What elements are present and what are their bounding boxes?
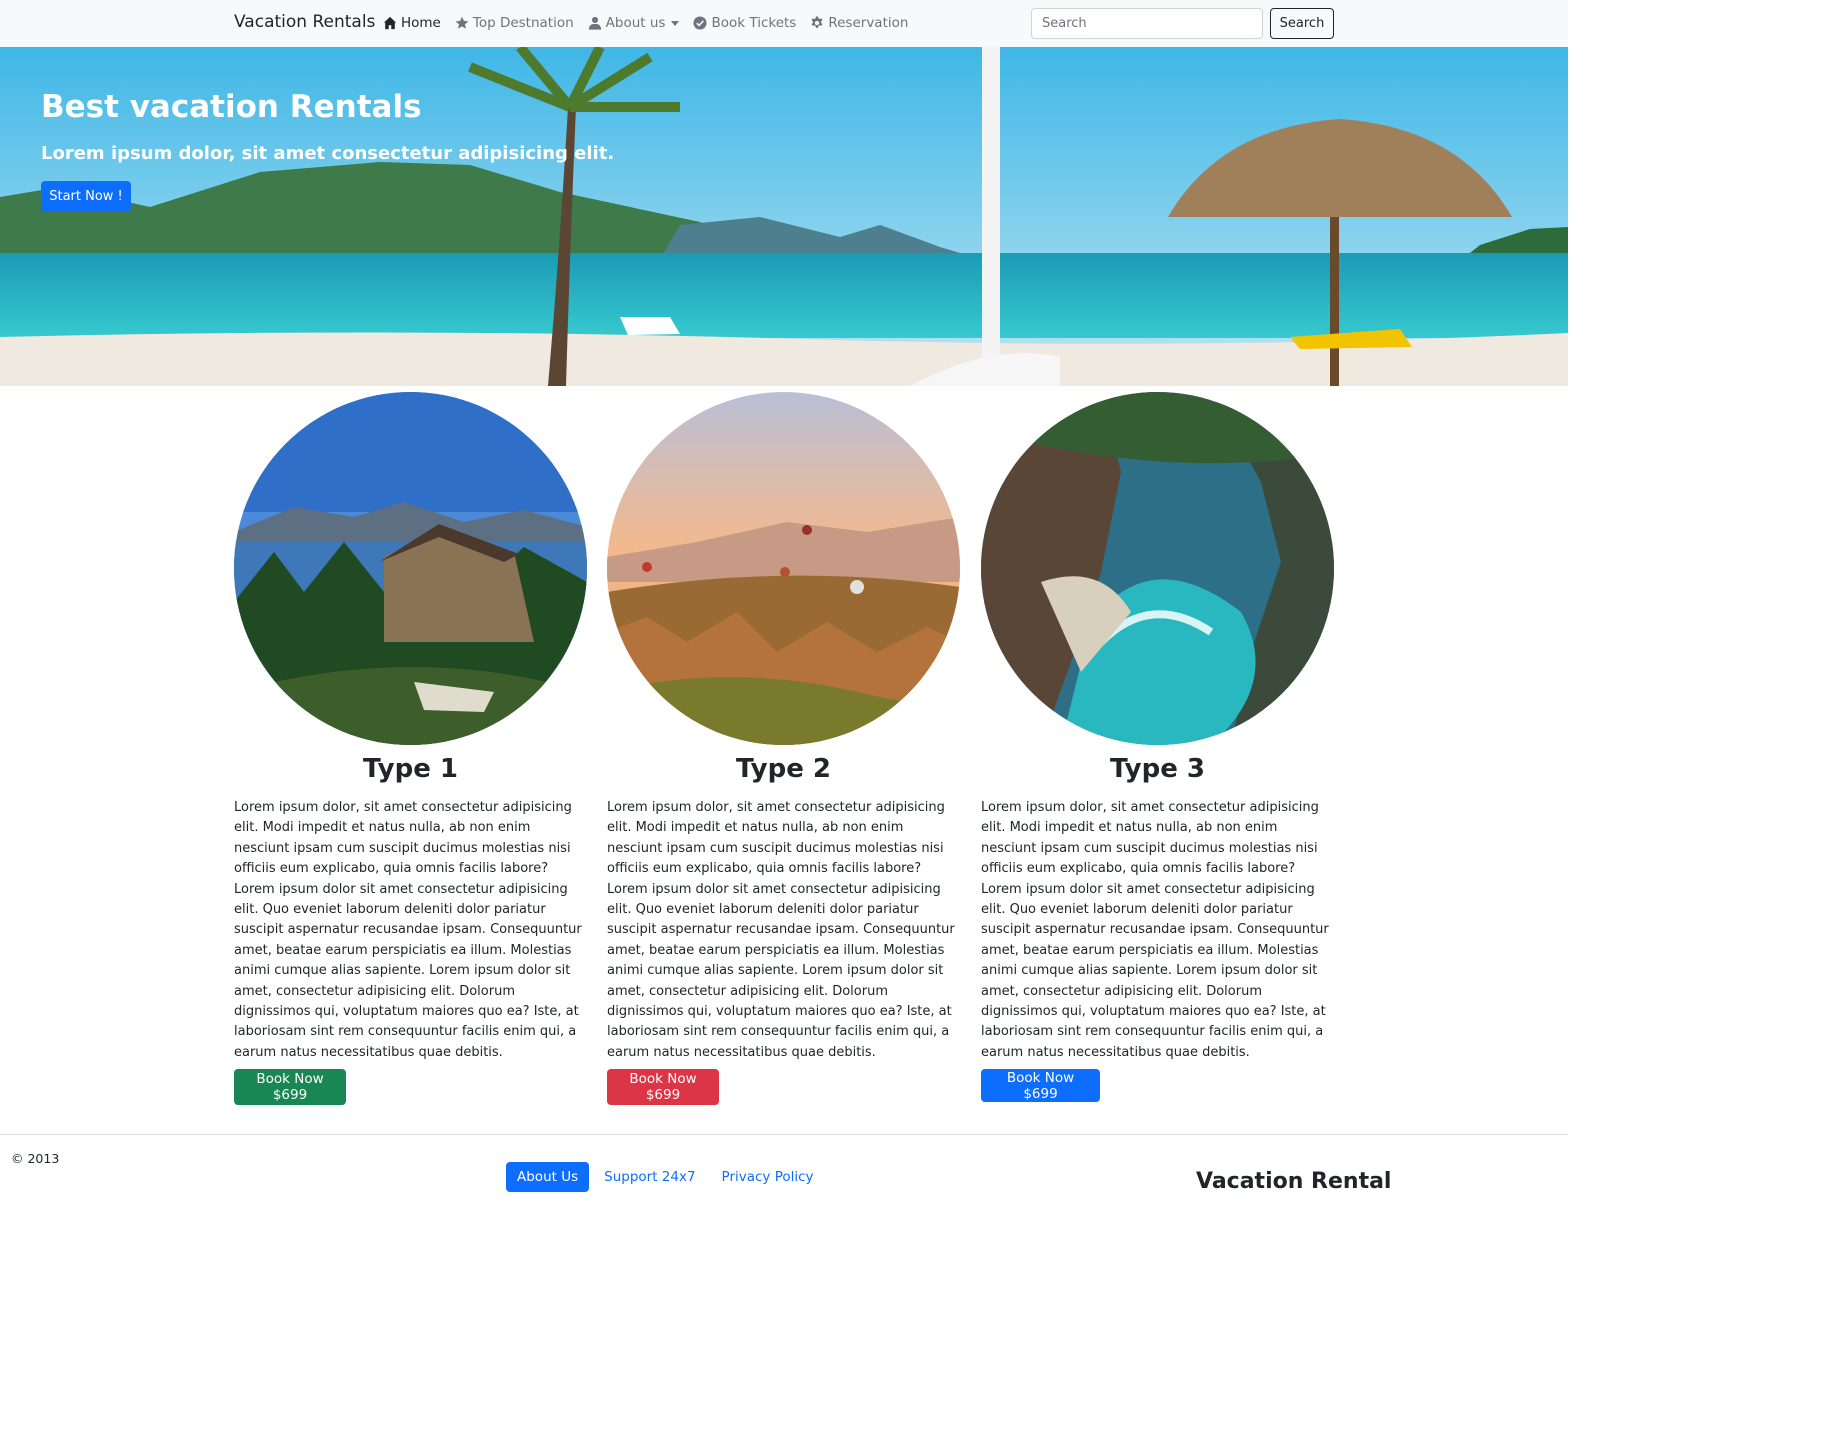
- star-icon: [455, 16, 469, 29]
- user-icon: [588, 16, 601, 30]
- footer-nav: About Us Support 24x7 Privacy Policy: [506, 1162, 840, 1192]
- nav-item-label: Reservation: [828, 15, 909, 31]
- nav-item-reservation[interactable]: Reservation: [810, 15, 908, 31]
- hero-title: Best vacation Rentals: [41, 89, 422, 125]
- nav-item-label: Top Destnation: [472, 15, 574, 31]
- check-circle-icon: [693, 16, 708, 30]
- card-image-lakehouse: [234, 392, 587, 745]
- card-title: Type 2: [736, 754, 831, 784]
- book-now-button[interactable]: Book Now $699: [607, 1069, 719, 1106]
- navbar-brand[interactable]: Vacation Rentals: [234, 12, 375, 32]
- gear-icon: [811, 16, 823, 28]
- card-title: Type 3: [1110, 754, 1205, 784]
- card-title: Type 1: [363, 754, 458, 784]
- search-button[interactable]: Search: [1270, 8, 1334, 39]
- footer-copyright: © 2013: [11, 1151, 60, 1166]
- search-input[interactable]: [1031, 8, 1263, 39]
- nav-item-about-us[interactable]: About us: [588, 15, 680, 31]
- nav-item-top-destination[interactable]: Top Destnation: [455, 15, 574, 31]
- card-description: Lorem ipsum dolor, sit amet consectetur …: [234, 800, 582, 1060]
- chevron-down-icon: [671, 20, 680, 26]
- footer-brand[interactable]: Vacation Rental: [1196, 1169, 1391, 1194]
- nav-item-label: Book Tickets: [711, 15, 797, 31]
- nav-item-label: Home: [401, 15, 441, 31]
- house-icon: [383, 16, 397, 30]
- footer-link-about-us[interactable]: About Us: [506, 1162, 590, 1192]
- navbar: Vacation Rentals Home Top Destnation Abo…: [0, 0, 1568, 47]
- start-now-button[interactable]: Start Now !: [41, 181, 131, 212]
- card-image-cove: [981, 392, 1334, 745]
- rental-card-type-2: Type 2 Lorem ipsum dolor, sit amet conse…: [607, 392, 960, 1106]
- nav-links: Home Top Destnation About us Book Ticket…: [383, 15, 922, 31]
- rental-card-type-1: Type 1 Lorem ipsum dolor, sit amet conse…: [234, 392, 587, 1106]
- card-description: Lorem ipsum dolor, sit amet consectetur …: [981, 800, 1329, 1060]
- book-now-button[interactable]: Book Now $699: [234, 1069, 346, 1106]
- footer-divider: [0, 1134, 1568, 1135]
- rental-card-type-3: Type 3 Lorem ipsum dolor, sit amet conse…: [981, 392, 1334, 1103]
- card-description: Lorem ipsum dolor, sit amet consectetur …: [607, 800, 955, 1060]
- hero-banner: Best vacation Rentals Lorem ipsum dolor,…: [0, 47, 1568, 386]
- nav-item-book-tickets[interactable]: Book Tickets: [693, 15, 796, 31]
- card-image-balloon-valley: [607, 392, 960, 745]
- footer-link-privacy-policy[interactable]: Privacy Policy: [722, 1169, 814, 1185]
- nav-item-home[interactable]: Home: [383, 15, 441, 31]
- nav-item-label: About us: [605, 15, 666, 31]
- book-now-button[interactable]: Book Now $699: [981, 1069, 1100, 1103]
- hero-subtitle: Lorem ipsum dolor, sit amet consectetur …: [41, 143, 615, 164]
- footer-link-support[interactable]: Support 24x7: [604, 1169, 695, 1185]
